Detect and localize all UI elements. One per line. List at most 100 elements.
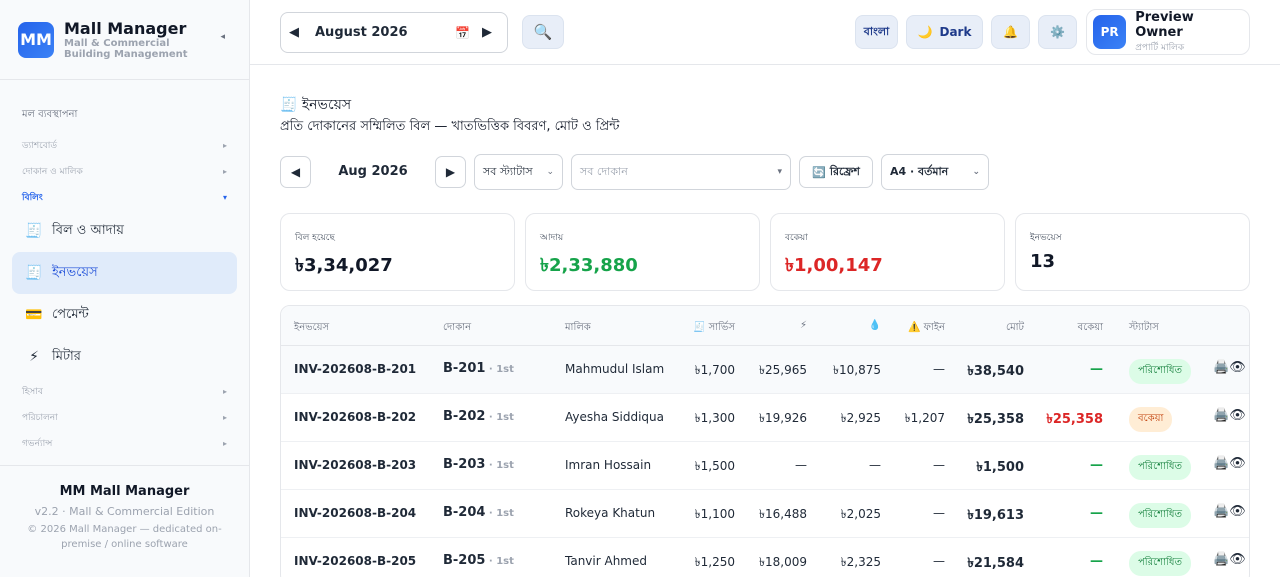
table-row[interactable]: INV-202608-B-204 B-204 · 1st Rokeya Khatun… xyxy=(281,490,1249,538)
cell-fine: — xyxy=(933,362,945,376)
sidebar-item-meter[interactable]: ⚡ মিটার xyxy=(12,336,237,378)
chevron-down-icon: ▾ xyxy=(777,167,782,177)
sidebar-item-bills[interactable]: 🧾 বিল ও আদায় xyxy=(12,210,237,252)
shop-code: B-201 xyxy=(443,361,486,376)
collapse-sidebar-button[interactable]: ◂ xyxy=(220,32,225,42)
shop-select[interactable]: সব দোকান ▾ xyxy=(571,154,791,190)
filter-prev-month-button[interactable]: ◀ xyxy=(280,156,311,188)
nav-group-accounts[interactable]: হিসাব ▸ xyxy=(12,378,237,404)
shop-code: B-204 xyxy=(443,505,486,520)
print-icon[interactable]: 🖨️ xyxy=(1213,360,1229,375)
nav-group-dashboard[interactable]: ড্যাশবোর্ড ▸ xyxy=(12,132,237,158)
view-icon[interactable]: 👁 xyxy=(1229,504,1246,519)
table-row[interactable]: INV-202608-B-201 B-201 · 1st Mahmudul Isla… xyxy=(281,346,1249,394)
table-row[interactable]: INV-202608-B-205 B-205 · 1st Tanvir Ahmed ৳… xyxy=(281,538,1249,577)
nav-group-governance[interactable]: গভর্ন্যান্স ▸ xyxy=(12,430,237,456)
language-button[interactable]: বাংলা xyxy=(855,15,898,49)
filter-next-month-button[interactable]: ▶ xyxy=(435,156,466,188)
settings-button[interactable]: ⚙️ xyxy=(1038,15,1077,49)
col-total[interactable]: মোট xyxy=(964,320,1024,337)
paper-select[interactable]: A4 · বর্তমান ⌄ xyxy=(881,154,989,190)
cell-invoice[interactable]: INV-202608-B-204 xyxy=(294,506,416,520)
month-picker[interactable]: ◀ August 2026 📅 ▶ xyxy=(280,12,508,53)
bell-icon: 🔔 xyxy=(1003,25,1018,39)
table-header: ইনভয়েস দোকান মালিক 🧾 সার্ভিস ⚡ 💧 ⚠️ ফাই… xyxy=(281,306,1249,346)
cell-service: ৳1,700 xyxy=(694,363,735,377)
print-icon[interactable]: 🖨️ xyxy=(1213,552,1229,567)
prev-month-button[interactable]: ◀ xyxy=(289,25,303,40)
cell-total: ৳25,358 xyxy=(967,412,1024,427)
print-icon[interactable]: 🖨️ xyxy=(1213,504,1229,519)
dark-mode-button[interactable]: 🌙 Dark xyxy=(906,15,983,49)
search-button[interactable]: 🔍 xyxy=(522,15,564,49)
nav-group-operations[interactable]: পরিচালনা ▸ xyxy=(12,404,237,430)
chevron-right-icon: ▸ xyxy=(222,386,227,396)
table-row[interactable]: INV-202608-B-203 B-203 · 1st Imran Hossain… xyxy=(281,442,1249,490)
status-badge: পরিশোধিত xyxy=(1129,359,1191,384)
cell-electricity: — xyxy=(795,458,807,472)
notifications-button[interactable]: 🔔 xyxy=(991,15,1030,49)
footer-title: MM Mall Manager xyxy=(59,484,190,499)
col-fine[interactable]: ⚠️ ফাইন xyxy=(885,320,945,337)
col-owner[interactable]: মালিক xyxy=(565,320,591,337)
user-role: প্রপার্টি মালিক xyxy=(1135,42,1185,53)
refresh-icon: 🔄 xyxy=(812,165,826,179)
card-label: বকেয়া xyxy=(785,233,808,243)
cell-total: ৳38,540 xyxy=(967,364,1024,379)
brand-logo: MM xyxy=(18,21,54,58)
shop-floor: · 1st xyxy=(485,364,514,375)
month-value: August 2026 xyxy=(315,25,408,40)
invoice-table: ইনভয়েস দোকান মালিক 🧾 সার্ভিস ⚡ 💧 ⚠️ ফাই… xyxy=(280,305,1250,577)
col-status[interactable]: স্ট্যাটাস xyxy=(1129,320,1159,337)
next-month-button[interactable]: ▶ xyxy=(482,25,496,40)
refresh-button[interactable]: 🔄 রিফ্রেশ xyxy=(799,156,873,188)
chevron-down-icon: ▾ xyxy=(222,192,227,202)
col-service[interactable]: 🧾 সার্ভিস xyxy=(665,320,735,337)
summary-card-collected: আদায় ৳2,33,880 xyxy=(525,213,760,291)
view-icon[interactable]: 👁 xyxy=(1229,360,1246,375)
cell-fine: — xyxy=(933,506,945,520)
view-icon[interactable]: 👁 xyxy=(1229,408,1246,423)
user-menu[interactable]: PR Preview Owner প্রপার্টি মালিক xyxy=(1086,9,1250,55)
status-badge: পরিশোধিত xyxy=(1129,551,1191,576)
status-badge: পরিশোধিত xyxy=(1129,455,1191,480)
table-row[interactable]: INV-202608-B-202 B-202 · 1st Ayesha Siddiq… xyxy=(281,394,1249,442)
cell-due: — xyxy=(1090,506,1103,521)
cell-electricity: ৳16,488 xyxy=(759,507,807,521)
table-body: INV-202608-B-201 B-201 · 1st Mahmudul Isla… xyxy=(281,346,1249,577)
sidebar-footer: MM Mall Manager v2.2 · Mall & Commercial… xyxy=(0,465,249,577)
chevron-right-icon: ▸ xyxy=(222,412,227,422)
cell-shop: B-205 · 1st xyxy=(443,553,514,568)
col-shop[interactable]: দোকান xyxy=(443,320,471,337)
chevron-right-icon: ▸ xyxy=(222,438,227,448)
col-invoice[interactable]: ইনভয়েস xyxy=(294,320,329,337)
col-due[interactable]: বকেয়া xyxy=(1043,320,1103,337)
nav-group-label: বিলিং xyxy=(22,192,43,203)
sidebar-item-payment[interactable]: 💳 পেমেন্ট xyxy=(12,294,237,336)
cell-invoice[interactable]: INV-202608-B-203 xyxy=(294,458,416,472)
cell-invoice[interactable]: INV-202608-B-205 xyxy=(294,554,416,568)
chevron-right-icon: ▶ xyxy=(445,165,456,179)
sidebar-item-invoice[interactable]: 🧾 ইনভয়েস xyxy=(12,252,237,294)
calendar-icon[interactable]: 📅 xyxy=(455,26,470,40)
row-actions: 🖨️👁 xyxy=(1213,360,1246,375)
cell-invoice[interactable]: INV-202608-B-202 xyxy=(294,410,416,424)
view-icon[interactable]: 👁 xyxy=(1229,456,1246,471)
col-water[interactable]: 💧 xyxy=(821,320,881,331)
cell-shop: B-202 · 1st xyxy=(443,409,514,424)
paper-select-value: A4 · বর্তমান xyxy=(890,164,949,178)
status-badge: বকেয়া xyxy=(1129,407,1173,432)
col-electricity[interactable]: ⚡ xyxy=(747,320,807,331)
row-actions: 🖨️👁 xyxy=(1213,408,1246,423)
status-select[interactable]: সব স্ট্যাটাস ⌄ xyxy=(474,154,563,190)
nav-group-label: দোকান ও মালিক xyxy=(22,166,83,177)
view-icon[interactable]: 👁 xyxy=(1229,552,1246,567)
nav-group-label: হিসাব xyxy=(22,386,43,397)
cell-owner: Rokeya Khatun xyxy=(565,506,656,520)
print-icon[interactable]: 🖨️ xyxy=(1213,408,1229,423)
print-icon[interactable]: 🖨️ xyxy=(1213,456,1229,471)
nav-group-billing[interactable]: বিলিং ▾ xyxy=(12,184,237,210)
card-value: ৳3,34,027 xyxy=(295,255,393,276)
nav-group-shops[interactable]: দোকান ও মালিক ▸ xyxy=(12,158,237,184)
cell-invoice[interactable]: INV-202608-B-201 xyxy=(294,362,416,376)
